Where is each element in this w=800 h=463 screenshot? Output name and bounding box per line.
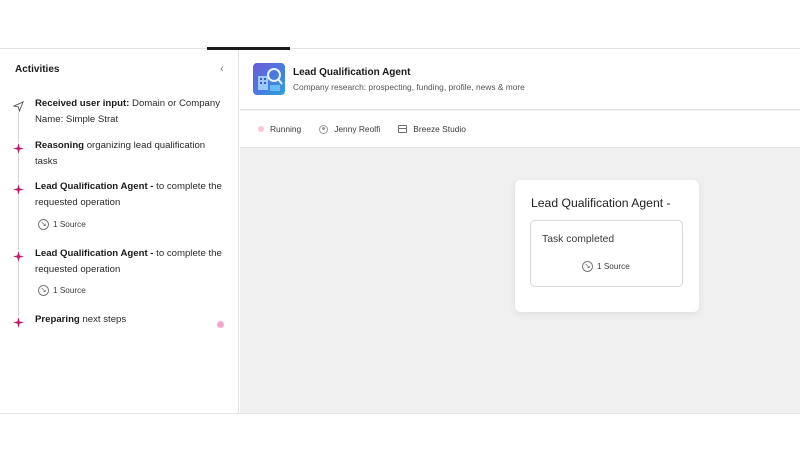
source-chip[interactable]: ↘ 1 Source [38, 219, 86, 230]
agent-title: Lead Qualification Agent [293, 67, 411, 78]
activity-text: Reasoning organizing lead qualification … [35, 140, 206, 167]
studio-link[interactable]: Breeze Studio [398, 124, 466, 134]
agent-meta-bar: Running Jenny Reolfi Breeze Studio [240, 111, 800, 148]
card-title: Lead Qualification Agent - [531, 196, 671, 210]
activity-text: Lead Qualification Agent - to complete t… [35, 181, 222, 208]
person-icon [319, 124, 329, 134]
activity-text: Lead Qualification Agent - to complete t… [35, 248, 222, 275]
source-chip[interactable]: ↘ 1 Source [582, 261, 630, 272]
source-arrow-icon: ↘ [38, 219, 49, 230]
agent-panel: Lead Qualification Agent Company researc… [240, 49, 800, 413]
owner[interactable]: Jenny Reolfi [319, 124, 380, 134]
send-icon [12, 100, 24, 112]
agent-subtitle: Company research: prospecting, funding, … [293, 82, 525, 92]
chevron-left-icon[interactable]: ‹ [216, 63, 228, 75]
task-result-box: Task completed ↘ 1 Source [530, 220, 683, 287]
sparkle-icon [12, 316, 24, 328]
studio-icon [398, 125, 408, 133]
activity-text: Received user input: Domain or Company N… [35, 98, 221, 125]
loading-dot [217, 321, 224, 328]
active-tab-indicator [207, 47, 290, 50]
task-status: Task completed [542, 234, 615, 245]
sparkle-icon [12, 183, 24, 195]
source-arrow-icon: ↘ [582, 261, 593, 272]
source-arrow-icon: ↘ [38, 285, 49, 296]
activity-text: Preparing next steps [35, 314, 127, 325]
sidebar-title: Activities [15, 64, 60, 75]
sparkle-icon [12, 250, 24, 262]
agent-header: Lead Qualification Agent Company researc… [240, 49, 800, 110]
sparkle-icon [12, 142, 24, 154]
agent-avatar-icon [253, 63, 285, 95]
status-indicator: Running [258, 124, 301, 134]
status-dot-icon [258, 126, 264, 132]
activities-sidebar: Activities ‹ Received user input: Domain… [0, 49, 239, 413]
app-frame: Activities ‹ Received user input: Domain… [0, 48, 800, 414]
agent-result-card: Lead Qualification Agent - Task complete… [515, 180, 699, 312]
source-chip[interactable]: ↘ 1 Source [38, 285, 86, 296]
